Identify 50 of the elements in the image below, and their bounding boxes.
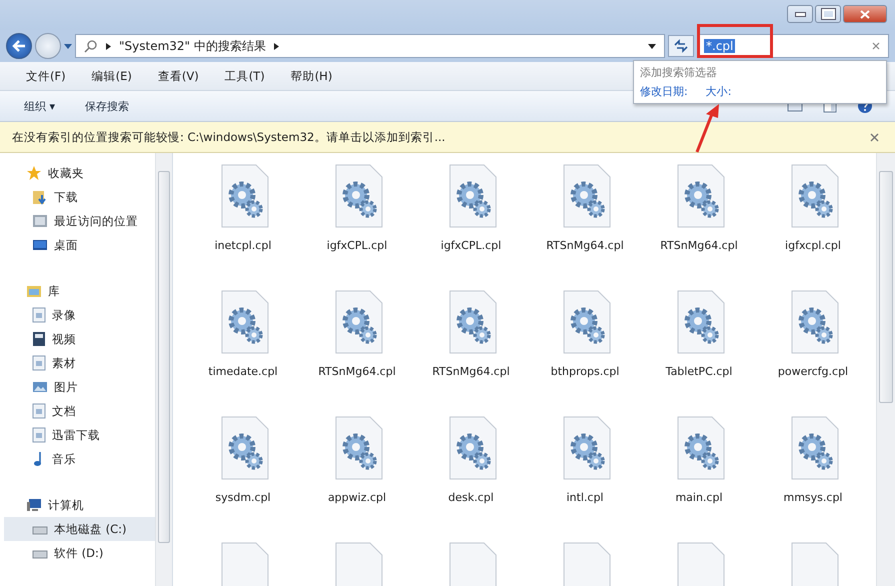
search-query: *.cpl [704,39,736,53]
sidebar-item[interactable]: 软件 (D:) [14,541,155,565]
sidebar-group[interactable]: 计算机 [14,493,155,517]
file-item[interactable]: TabletPC.cpl [649,289,749,403]
menu-item[interactable]: 工具(T) [224,68,265,84]
sidebar-group-label: 收藏夹 [48,166,84,180]
file-item[interactable]: RTSnMg64.cpl [535,163,635,277]
sidebar-item[interactable]: 素材 [14,351,155,375]
file-item[interactable]: RTSnMg64.cpl [649,163,749,277]
menu-item[interactable]: 查看(V) [158,68,199,84]
sidebar-item[interactable]: 下载 [14,185,155,209]
sidebar-group[interactable]: 库 [14,279,155,303]
file-item[interactable]: RTSnMg64.cpl [307,289,407,403]
file-item[interactable]: igfxcpl.cpl [763,163,863,277]
menu-item[interactable]: 帮助(H) [290,68,332,84]
file-item[interactable]: main.cpl [649,415,749,529]
file-item[interactable]: igfxCPL.cpl [307,163,407,277]
menu-item[interactable]: 文件(F) [26,68,66,84]
sidebar-item[interactable]: 迅雷下载 [14,423,155,447]
address-path[interactable]: "System32" 中的搜索结果 [119,38,266,54]
file-item[interactable]: powercfg.cpl [763,289,863,403]
sidebar-item[interactable]: 最近访问的位置 [14,209,155,233]
sidebar-group-label: 计算机 [48,498,84,512]
sidebar-item[interactable]: 音乐 [14,447,155,471]
file-item[interactable]: intl.cpl [535,415,635,529]
address-bar[interactable]: "System32" 中的搜索结果 [75,34,665,58]
file-item[interactable]: sysdm.cpl [193,415,293,529]
sidebar-group[interactable]: 收藏夹 [14,161,155,185]
sidebar-item[interactable]: 桌面 [14,233,155,257]
sidebar-item[interactable]: 本地磁盘 (C:) [4,517,155,541]
search-filter-link[interactable]: 修改日期: [640,84,688,99]
save-search-button[interactable]: 保存搜索 [85,98,130,114]
file-item[interactable]: timedate.cpl [193,289,293,403]
search-filter-link[interactable]: 大小: [706,84,732,99]
sidebar-item[interactable]: 视频 [14,327,155,351]
file-item[interactable]: desk.cpl [421,415,521,529]
file-item[interactable]: RTSnMg64.cpl [421,289,521,403]
file-item[interactable]: mmsys.cpl [763,415,863,529]
search-field[interactable]: *.cpl [697,34,889,58]
add-search-filter-label: 添加搜索筛选器 [640,65,718,80]
sidebar-item[interactable]: 文档 [14,399,155,423]
file-item[interactable]: bthprops.cpl [535,289,635,403]
menu-item[interactable]: 编辑(E) [92,68,132,84]
sidebar-item[interactable]: 录像 [14,303,155,327]
file-item[interactable]: appwiz.cpl [307,415,407,529]
file-item[interactable]: igfxCPL.cpl [421,163,521,277]
organize-button[interactable]: 组织 ▾ [24,98,56,114]
file-item[interactable]: inetcpl.cpl [193,163,293,277]
sidebar-group-label: 库 [48,284,60,298]
sidebar-item[interactable]: 图片 [14,375,155,399]
